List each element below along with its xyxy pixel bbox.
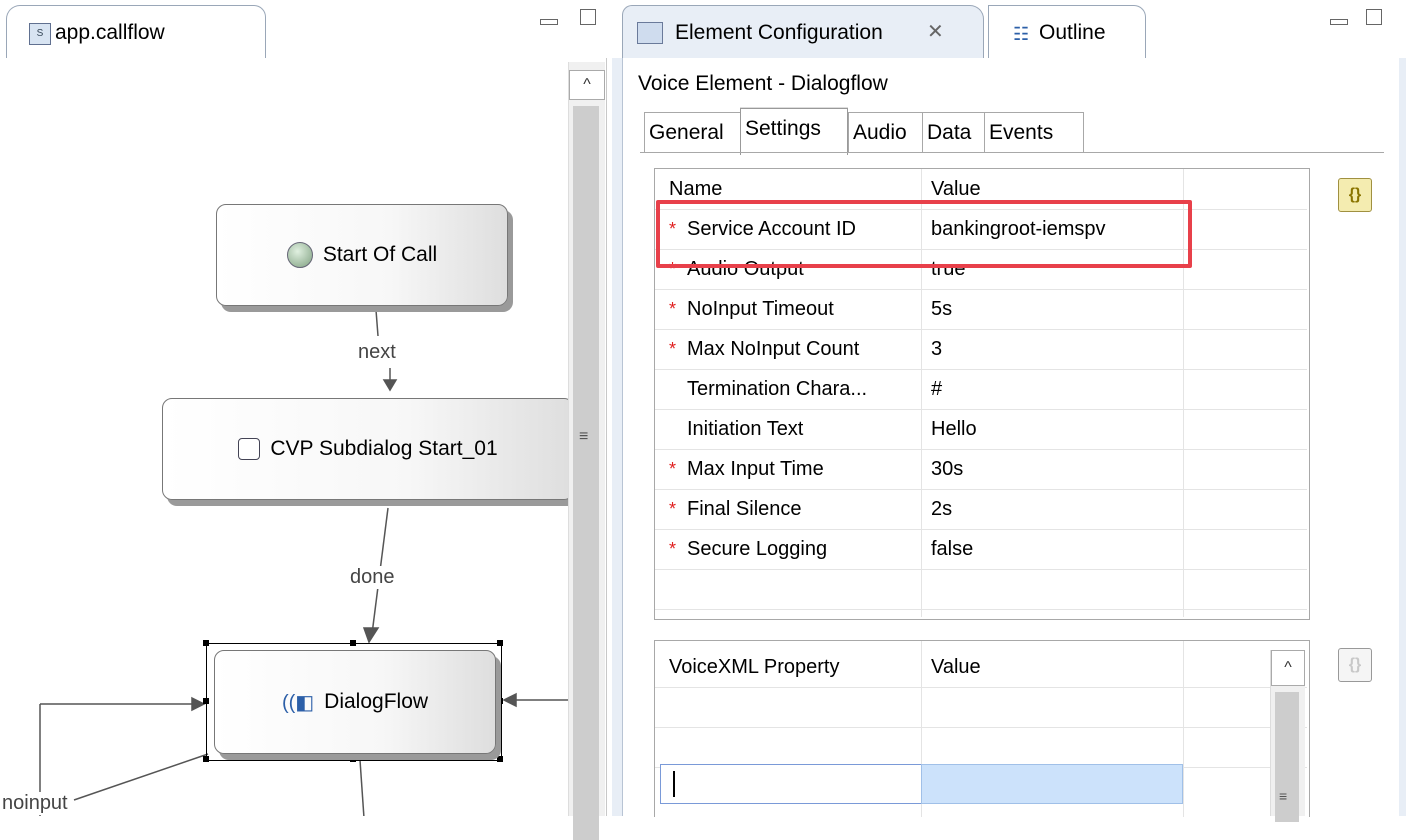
property-name-input[interactable] [660, 764, 922, 804]
required-marker: * [669, 499, 677, 519]
tabs-divider [640, 152, 1384, 153]
substitution-button[interactable]: {} [1338, 178, 1372, 212]
start-node-icon [286, 242, 313, 268]
scroll-up-icon[interactable]: ^ [569, 70, 605, 100]
connection-label-done[interactable]: done [350, 566, 395, 589]
connection-label-next[interactable]: next [358, 341, 396, 364]
tab-label: app.callflow [55, 21, 165, 44]
table-row[interactable]: * Final Silence 2s [655, 489, 1307, 530]
property-name: Max NoInput Count [687, 338, 860, 360]
scroll-grip-icon: ≡ [579, 428, 589, 445]
table-row[interactable]: * Max NoInput Count 3 [655, 329, 1307, 370]
property-name: Initiation Text [687, 418, 804, 440]
property-value[interactable]: Hello [931, 409, 977, 449]
property-value[interactable]: 3 [931, 329, 942, 369]
tab-audio[interactable]: Audio [848, 112, 928, 153]
required-marker: * [669, 299, 677, 319]
minimize-button[interactable] [1330, 8, 1348, 31]
property-name: NoInput Timeout [687, 298, 834, 320]
scrollbar-thumb[interactable] [573, 106, 599, 840]
property-name: Final Silence [687, 498, 802, 520]
substitution-button-disabled[interactable]: {} [1338, 648, 1372, 682]
scroll-up-icon[interactable]: ^ [1271, 650, 1305, 686]
element-configuration-icon [637, 22, 663, 44]
table-row[interactable]: Initiation Text Hello [655, 409, 1307, 450]
property-value[interactable]: false [931, 529, 973, 569]
property-name: Secure Logging [687, 538, 828, 560]
resize-handle[interactable] [497, 640, 503, 646]
tab-label: Outline [1039, 21, 1106, 44]
highlight-annotation-box [656, 200, 1192, 268]
table-row[interactable]: Termination Chara... # [655, 369, 1307, 410]
voicexml-table-scrollbar[interactable]: ^ ≡ [1270, 650, 1305, 822]
table-row[interactable]: * Secure Logging false [655, 529, 1307, 570]
minimize-button[interactable] [540, 8, 558, 31]
resize-handle[interactable] [350, 640, 356, 646]
required-marker: * [669, 339, 677, 359]
tab-data[interactable]: Data [922, 112, 990, 153]
required-marker: * [669, 539, 677, 559]
property-value[interactable]: # [931, 369, 942, 409]
outline-icon: ☷ [1013, 24, 1030, 44]
table-row[interactable]: * NoInput Timeout 5s [655, 289, 1307, 330]
resize-handle[interactable] [203, 756, 209, 762]
property-value[interactable]: 5s [931, 289, 952, 329]
resize-handle[interactable] [350, 756, 356, 762]
subdialog-icon [238, 438, 261, 460]
node-label: Start Of Call [322, 243, 438, 266]
column-header-property[interactable]: VoiceXML Property [669, 647, 839, 687]
property-name: Max Input Time [687, 458, 824, 480]
resize-handle[interactable] [203, 698, 209, 704]
node-label: CVP Subdialog Start_01 [270, 437, 498, 460]
tab-label: Element Configuration [675, 21, 883, 44]
node-label: DialogFlow [324, 690, 429, 713]
table-row-empty[interactable] [655, 727, 1307, 768]
resize-handle[interactable] [497, 756, 503, 762]
maximize-button[interactable] [1356, 8, 1382, 31]
maximize-button[interactable] [570, 8, 596, 31]
property-value[interactable]: 2s [931, 489, 952, 529]
callflow-file-icon: S [29, 23, 51, 45]
property-name: Termination Chara... [687, 378, 868, 400]
start-of-call-node[interactable]: Start Of Call [216, 204, 508, 306]
voice-element-icon: ((◧ [281, 691, 315, 714]
required-marker: * [669, 459, 677, 479]
table-row-empty[interactable] [655, 569, 1307, 610]
tab-general[interactable]: General [644, 112, 744, 153]
table-row[interactable]: * Max Input Time 30s [655, 449, 1307, 490]
callflow-canvas[interactable]: Start Of Call next CVP Subdialog Start_0… [0, 58, 607, 816]
tab-settings[interactable]: Settings [740, 108, 848, 155]
dialogflow-node[interactable]: ((◧ DialogFlow [214, 650, 496, 754]
resize-handle[interactable] [497, 698, 503, 704]
tab-events[interactable]: Events [984, 112, 1084, 153]
tab-element-configuration[interactable]: Element Configuration ✕ [622, 5, 984, 60]
close-tab-icon[interactable]: ✕ [927, 19, 944, 44]
element-title: Voice Element - Dialogflow [638, 72, 888, 95]
column-header-value[interactable]: Value [931, 647, 981, 687]
table-row-empty[interactable] [655, 687, 1307, 728]
tab-app-callflow[interactable]: S app.callflow [6, 5, 266, 60]
scroll-grip-icon: ≡ [1279, 788, 1288, 804]
property-value[interactable]: 30s [931, 449, 963, 489]
tab-outline[interactable]: ☷ Outline [988, 5, 1146, 60]
canvas-vertical-scrollbar[interactable]: ^ ≡ [568, 62, 605, 840]
text-caret [673, 771, 675, 797]
table-header-row: VoiceXML Property Value [655, 647, 1307, 688]
resize-handle[interactable] [203, 640, 209, 646]
connection-label-noinput[interactable]: noinput [2, 792, 68, 815]
property-value-input[interactable] [921, 764, 1183, 804]
left-editor-tabbar: S app.callflow [0, 0, 612, 60]
cvp-subdialog-start-node[interactable]: CVP Subdialog Start_01 [162, 398, 574, 500]
